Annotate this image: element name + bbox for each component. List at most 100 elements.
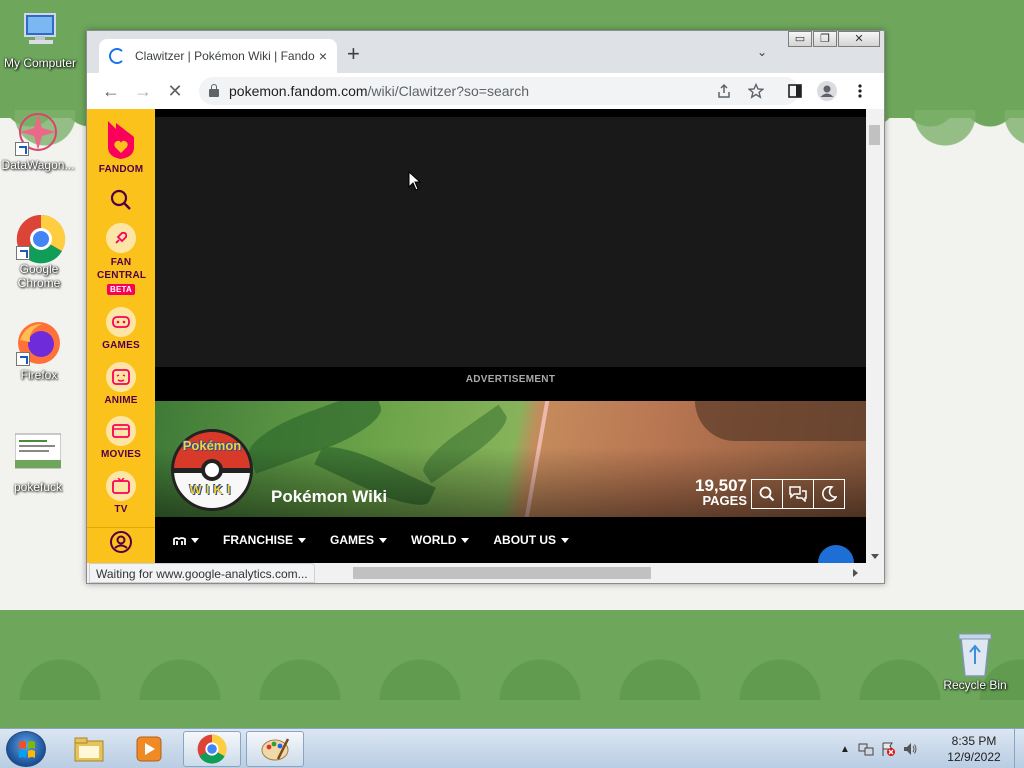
scrollbar-thumb[interactable] [353, 567, 651, 579]
shortcut-arrow-icon [15, 142, 29, 156]
moon-icon [822, 486, 837, 502]
scroll-down-arrow-icon[interactable] [871, 554, 879, 559]
games-link[interactable]: GAMES [87, 307, 155, 351]
chevron-down-icon [191, 538, 199, 544]
media-player-icon [136, 736, 162, 762]
tab-strip: Clawitzer | Pokémon Wiki | Fandom × + ⌄ … [87, 31, 884, 73]
fandom-explore-icon [173, 536, 186, 545]
side-panel-icon[interactable] [779, 75, 811, 107]
lock-icon[interactable] [209, 84, 219, 97]
desktop-icon-recycle-bin[interactable]: Recycle Bin [935, 630, 1015, 692]
show-hidden-icons-button[interactable]: ▲ [840, 744, 850, 755]
nav-games[interactable]: GAMES [330, 533, 388, 547]
desktop-icon-firefox[interactable]: Firefox [0, 320, 79, 382]
anime-icon [106, 362, 136, 392]
loading-spinner-icon [109, 48, 125, 64]
scrollbar-thumb[interactable] [869, 125, 880, 145]
movies-link[interactable]: MOVIES [87, 416, 155, 460]
account-button[interactable] [87, 527, 155, 557]
wiki-name[interactable]: Pokémon Wiki [271, 487, 387, 507]
movies-icon [106, 416, 136, 446]
chevron-down-icon [298, 538, 307, 544]
clock-time: 8:35 PM [951, 734, 997, 748]
firefox-icon [16, 320, 62, 366]
fandom-logo-icon [104, 117, 138, 161]
gamepad-icon [106, 307, 136, 337]
browser-window: Clawitzer | Pokémon Wiki | Fandom × + ⌄ … [86, 30, 885, 584]
vertical-scrollbar[interactable] [866, 109, 884, 563]
discussions-icon [789, 486, 807, 502]
profile-avatar-icon[interactable] [811, 75, 843, 107]
windows-explorer-icon [74, 737, 104, 762]
tab-clawitzer[interactable]: Clawitzer | Pokémon Wiki | Fandom × [99, 39, 337, 73]
fan-central-link[interactable]: FAN CENTRAL BETA [87, 223, 155, 295]
wiki-local-nav: FRANCHISE GAMES WORLD ABOUT US [155, 517, 866, 563]
pokeball-center-icon [201, 459, 223, 481]
taskbar-explorer[interactable] [60, 731, 118, 767]
theme-toggle-button[interactable] [813, 479, 845, 509]
wiki-header-banner: Pokémon WIKI Pokémon Wiki 19,507 PAGES [155, 401, 866, 517]
chrome-icon [197, 734, 227, 764]
chrome-icon [16, 214, 66, 264]
fandom-global-nav: FANDOM FAN CENTRAL BETA GAMES ANIME MOVI… [87, 109, 155, 563]
wiki-explore-menu[interactable] [173, 533, 199, 547]
account-icon [110, 531, 132, 553]
start-button[interactable] [6, 731, 46, 767]
desktop-icon-my-computer[interactable]: My Computer [0, 8, 80, 70]
forward-button[interactable]: → [127, 75, 159, 107]
fandom-home-link[interactable]: FANDOM [87, 117, 155, 175]
advertisement-label: ADVERTISEMENT [465, 374, 556, 385]
search-icon [110, 189, 131, 210]
network-icon[interactable] [858, 741, 874, 757]
wiki-search-button[interactable] [751, 479, 783, 509]
taskbar-chrome[interactable] [183, 731, 241, 767]
action-center-flag-icon[interactable] [880, 741, 896, 757]
pokemon-wiki-logo[interactable]: Pokémon WIKI [171, 429, 253, 511]
desktop-icon-google-chrome[interactable]: Google Chrome [0, 214, 79, 290]
scroll-right-arrow-icon[interactable] [853, 569, 858, 577]
wiki-discussions-button[interactable] [782, 479, 814, 509]
url-host: pokemon.fandom.com [229, 83, 368, 99]
tv-link[interactable]: TV [87, 471, 155, 515]
close-window-button[interactable]: ✕ [838, 31, 880, 47]
volume-icon[interactable] [902, 741, 918, 757]
recycle-bin-icon [952, 630, 998, 677]
system-tray: ▲ [840, 729, 918, 768]
back-button[interactable]: ← [95, 75, 127, 107]
rocket-icon [106, 223, 136, 253]
chevron-down-icon [561, 538, 570, 544]
stop-loading-button[interactable]: ✕ [159, 75, 191, 107]
menu-kebab-icon[interactable] [844, 75, 876, 107]
browser-toolbar: ← → ✕ pokemon.fandom.com/wiki/Clawitzer?… [87, 73, 884, 109]
restore-button[interactable]: ❐ [813, 31, 837, 47]
beta-badge: BETA [107, 284, 135, 295]
loading-status-text: Waiting for www.google-analytics.com... [89, 563, 315, 583]
desktop-icon-pokefuck[interactable]: pokefuck [0, 432, 78, 494]
tab-close-icon[interactable]: × [319, 48, 327, 64]
minimize-button[interactable]: ▭ [788, 31, 812, 47]
computer-icon [17, 8, 63, 54]
nav-about-us[interactable]: ABOUT US [493, 533, 570, 547]
nav-world[interactable]: WORLD [411, 533, 470, 547]
clock-date: 12/9/2022 [947, 750, 1001, 764]
nav-franchise[interactable]: FRANCHISE [223, 533, 307, 547]
share-icon[interactable] [708, 75, 740, 107]
tab-search-button[interactable]: ⌄ [757, 45, 767, 59]
bookmark-star-icon[interactable] [740, 75, 772, 107]
ad-slot[interactable] [155, 117, 866, 367]
taskbar-media-player[interactable] [120, 731, 178, 767]
status-bar: Waiting for www.google-analytics.com... [87, 563, 884, 583]
anime-link[interactable]: ANIME [87, 362, 155, 406]
taskbar-clock[interactable]: 8:35 PM 12/9/2022 [940, 733, 1008, 765]
taskbar-paint[interactable] [246, 731, 304, 767]
new-tab-button[interactable]: + [347, 43, 360, 65]
tab-title: Clawitzer | Pokémon Wiki | Fandom [135, 49, 315, 63]
document-thumbnail-icon [14, 432, 62, 478]
show-desktop-button[interactable] [1014, 729, 1024, 768]
shortcut-arrow-icon [16, 352, 30, 366]
fandom-search-button[interactable] [87, 189, 155, 214]
chevron-down-icon [461, 538, 470, 544]
datawagon-icon [15, 110, 61, 156]
paint-icon [261, 738, 290, 761]
desktop-icon-datawagon[interactable]: DataWagon... [0, 110, 78, 172]
